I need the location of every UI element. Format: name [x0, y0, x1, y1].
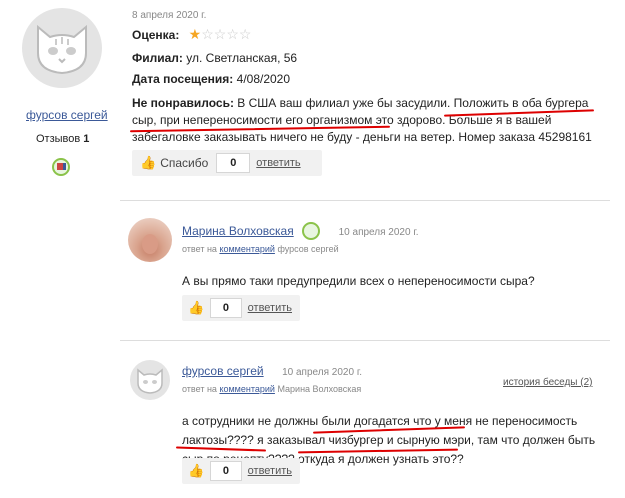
cat-avatar-icon: [37, 24, 87, 75]
reply-link[interactable]: ответить: [248, 302, 300, 314]
comment-meta: ответ на комментарий фурсов сергей: [182, 244, 339, 255]
reviews-count: Отзывов 1: [36, 133, 90, 145]
divider: [120, 200, 610, 201]
nose-shape: [142, 234, 158, 254]
conversation-history-link[interactable]: история беседы (2): [503, 377, 593, 388]
rating-row: Оценка: ★☆☆☆☆: [132, 26, 252, 42]
comment-author-link[interactable]: фурсов сергей: [182, 364, 264, 378]
thanks-bar: 👍 Спасибо 0 ответить: [132, 150, 322, 176]
comment-link[interactable]: комментарий: [219, 384, 274, 394]
user-avatar[interactable]: [22, 8, 102, 88]
dislike-text: Не понравилось: В США ваш филиал уже бы …: [132, 96, 592, 144]
star-empty-icon: ☆: [238, 26, 252, 42]
comment-link[interactable]: комментарий: [219, 244, 274, 254]
thanks-button[interactable]: 👍 Спасибо: [132, 150, 216, 176]
branch-row: Филиал: ул. Светланская, 56: [132, 51, 298, 65]
star-empty-icon: ☆: [213, 26, 227, 42]
thumbs-up-icon[interactable]: 👍: [182, 300, 210, 316]
divider: [120, 340, 610, 341]
review-date: 8 апреля 2020 г.: [132, 10, 207, 21]
comment-text: А вы прямо таки предупредили всех о непе…: [182, 274, 535, 289]
review-author-link[interactable]: фурсов сергей: [26, 108, 108, 122]
vote-count: 0: [210, 461, 242, 481]
vote-count: 0: [210, 298, 242, 318]
visit-date-row: Дата посещения: 4/08/2020: [132, 72, 291, 86]
commenter-avatar[interactable]: [128, 218, 172, 262]
star-empty-icon: ☆: [201, 26, 214, 42]
comment-1: Марина Волховская 10 апреля 2020 г. отве…: [182, 222, 625, 291]
thanks-count: 0: [216, 153, 251, 173]
rating-stars: ★☆☆☆☆: [188, 26, 252, 42]
commenter-avatar[interactable]: [130, 360, 170, 400]
comment-author-link[interactable]: Марина Волховская: [182, 224, 294, 238]
reply-link[interactable]: ответить: [256, 157, 308, 169]
cat-avatar-icon: [137, 367, 163, 394]
comment-vote-bar: 👍 0 ответить: [182, 458, 300, 484]
star-empty-icon: ☆: [226, 26, 239, 42]
review-block: фурсов сергей Отзывов 1 8 апреля 2020 г.…: [0, 0, 625, 200]
thumbs-up-icon: 👍: [140, 155, 157, 170]
flag-badge-icon: [302, 222, 321, 240]
star-filled-icon: ★: [188, 26, 202, 42]
reply-link[interactable]: ответить: [248, 465, 300, 477]
flag-badge-icon: [52, 158, 70, 176]
comment-vote-bar: 👍 0 ответить: [182, 295, 300, 321]
thumbs-up-icon[interactable]: 👍: [182, 463, 210, 479]
